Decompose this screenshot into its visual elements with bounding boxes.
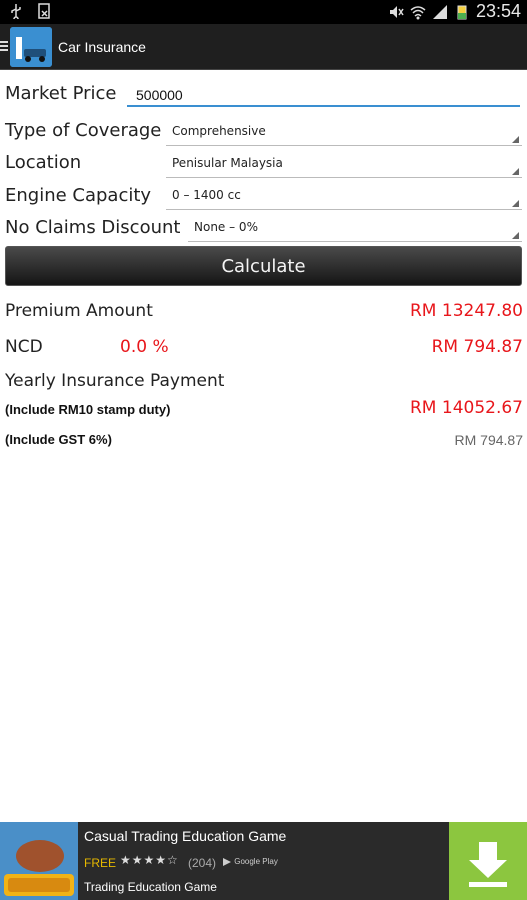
app-title: Car Insurance (58, 39, 146, 55)
gst-note: (Include GST 6%) (5, 432, 112, 447)
wifi-icon (410, 5, 426, 19)
battery-icon (457, 5, 467, 19)
market-price-label: Market Price (5, 83, 117, 104)
status-time: 23:54 (475, 1, 521, 21)
coverage-value: Comprehensive (172, 124, 266, 138)
app-logo-icon[interactable] (10, 27, 52, 67)
ad-subtitle: Trading Education Game (84, 880, 217, 894)
ad-rating-stars: ★★★★☆ (120, 853, 179, 867)
calculate-button[interactable]: Calculate (5, 246, 522, 286)
google-play-label: Google Play (234, 857, 278, 867)
premium-label: Premium Amount (5, 301, 153, 321)
coverage-dropdown[interactable]: Comprehensive (166, 124, 522, 146)
dropdown-arrow-icon (512, 232, 519, 239)
ad-price: FREE (84, 856, 117, 870)
ad-game-image[interactable] (0, 822, 78, 900)
engine-label: Engine Capacity (5, 185, 152, 206)
market-price-value: 500000 (136, 87, 183, 103)
dropdown-arrow-icon (512, 136, 519, 143)
gst-value: RM 794.87 (454, 432, 523, 448)
file-cancel-icon (38, 3, 50, 19)
ncd-value: None – 0% (194, 220, 258, 234)
market-price-input[interactable]: 500000 (127, 86, 520, 107)
drawer-menu-icon[interactable] (0, 41, 8, 53)
ncd-percent: 0.0 % (120, 337, 169, 357)
signal-icon (432, 4, 447, 19)
ncd-result-label: NCD (5, 337, 43, 357)
ad-title[interactable]: Casual Trading Education Game (84, 828, 286, 844)
ad-banner[interactable]: Casual Trading Education Game FREE ★★★★☆… (0, 822, 527, 900)
ad-rating-count: (204) (188, 856, 217, 870)
dropdown-arrow-icon (512, 168, 519, 175)
ncd-result-value: RM 794.87 (431, 337, 523, 357)
dropdown-arrow-icon (512, 200, 519, 207)
yearly-value: RM 14052.67 (410, 398, 523, 418)
download-icon (469, 842, 507, 887)
yearly-label: Yearly Insurance Payment (5, 371, 225, 391)
engine-value: 0 – 1400 cc (172, 188, 241, 202)
ad-download-button[interactable] (449, 822, 527, 900)
engine-dropdown[interactable]: 0 – 1400 cc (166, 188, 522, 210)
ncd-label: No Claims Discount (5, 217, 181, 238)
mute-icon (389, 5, 404, 18)
stamp-duty-note: (Include RM10 stamp duty) (5, 402, 171, 417)
location-label: Location (5, 152, 82, 173)
ncd-dropdown[interactable]: None – 0% (188, 220, 522, 242)
play-icon (223, 858, 231, 866)
google-play-badge: Google Play (222, 857, 278, 867)
action-bar: Car Insurance (0, 24, 527, 70)
usb-icon (11, 4, 21, 19)
location-dropdown[interactable]: Penisular Malaysia (166, 156, 522, 178)
status-bar: 23:54 (0, 0, 527, 24)
location-value: Penisular Malaysia (172, 156, 283, 170)
premium-value: RM 13247.80 (410, 301, 523, 321)
coverage-label: Type of Coverage (5, 120, 162, 141)
